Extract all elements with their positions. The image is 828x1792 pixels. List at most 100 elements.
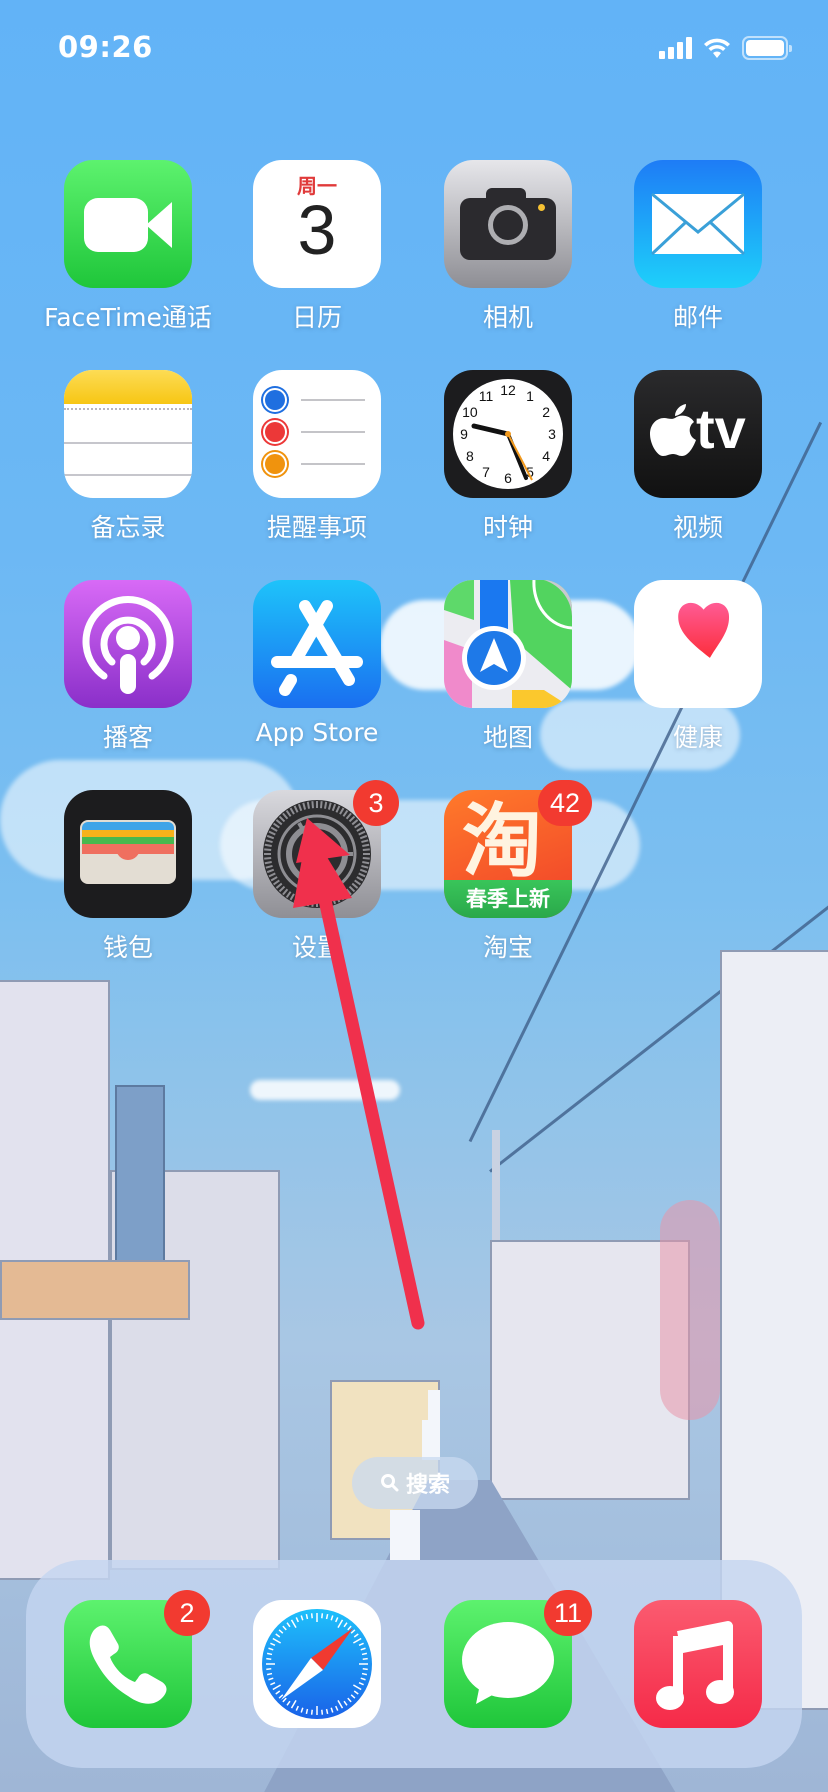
gear-tooth [362, 857, 370, 860]
gear-tooth [306, 899, 310, 907]
compass-tick [310, 1709, 313, 1715]
health-heart-icon [634, 580, 762, 708]
app-store[interactable]: App Store [222, 580, 412, 770]
apple-logo-icon [650, 404, 696, 456]
gear-tooth [320, 801, 323, 809]
calendar-day: 3 [297, 191, 337, 269]
hotel-sign [115, 1085, 165, 1285]
tv-text: tv [696, 397, 746, 460]
app-label: 设置 [291, 933, 342, 962]
gear-tooth [362, 861, 370, 865]
road-stripe [422, 1420, 440, 1460]
gear-tooth [324, 801, 328, 809]
compass-tick [266, 1652, 273, 1656]
app-label: App Store [255, 718, 379, 747]
compass-tick [310, 1613, 313, 1619]
clock-number: 10 [462, 404, 478, 420]
gear-tooth [362, 848, 370, 851]
app-mail[interactable]: 邮件 [603, 160, 793, 350]
gear-tooth [264, 861, 272, 865]
awning [0, 1260, 190, 1320]
app-label: 日历 [291, 303, 342, 332]
app-podcasts[interactable]: 播客 [33, 580, 223, 770]
app-tv[interactable]: tv 视频 [603, 370, 793, 560]
dock-app-safari[interactable] [222, 1600, 412, 1750]
reminders-icon [253, 370, 381, 498]
app-label: 时钟 [482, 513, 533, 542]
status-icons [659, 36, 792, 60]
app-reminders[interactable]: 提醒事项 [222, 370, 412, 560]
dock-app-messages[interactable]: 11 [413, 1590, 603, 1750]
gear-tooth [264, 857, 272, 860]
app-store-icon [253, 580, 381, 708]
music-note-icon [634, 1600, 762, 1728]
compass-tick [325, 1708, 329, 1715]
app-label: 备忘录 [90, 513, 166, 542]
compass-tick [362, 1668, 368, 1671]
dock-app-phone[interactable]: 2 [33, 1590, 223, 1750]
gear-tooth [324, 899, 328, 907]
gear-tooth [320, 899, 323, 907]
app-label: 提醒事项 [266, 513, 367, 542]
notification-badge: 42 [538, 780, 592, 826]
app-label: 视频 [672, 513, 723, 542]
mail-envelope-icon [634, 160, 762, 288]
clock-number: 6 [504, 470, 512, 486]
app-label: 淘宝 [482, 933, 533, 962]
compass-tick [362, 1657, 368, 1660]
app-label: 地图 [482, 723, 533, 752]
clock-number: 2 [542, 404, 550, 420]
app-label: 相机 [482, 303, 533, 332]
compass-tick [325, 1613, 329, 1620]
road-stripe [390, 1510, 420, 1560]
taobao-char: 淘 [462, 795, 542, 888]
battery-icon [742, 36, 792, 60]
notes-icon [64, 370, 192, 498]
road-stripe [428, 1390, 440, 1420]
compass-tick [266, 1668, 272, 1671]
app-camera[interactable]: 相机 [413, 160, 603, 350]
clock-number: 7 [482, 464, 490, 480]
gear-tooth [264, 843, 272, 847]
app-health[interactable]: 健康 [603, 580, 793, 770]
app-label: 健康 [672, 723, 723, 752]
safari-compass-icon [253, 1600, 381, 1728]
gear-tooth [311, 899, 314, 907]
clock-number: 3 [548, 426, 556, 442]
compass-tick [321, 1709, 324, 1715]
cloud [250, 1080, 400, 1100]
clock-number: 8 [466, 448, 474, 464]
gear-tooth [306, 801, 310, 809]
dock: 2 11 [26, 1560, 802, 1768]
apple-tv-icon: tv [634, 370, 762, 498]
app-calendar[interactable]: 周一 3 日历 [222, 160, 412, 350]
app-wallet[interactable]: 钱包 [33, 790, 223, 980]
taobao-banner: 春季上新 [466, 887, 550, 911]
app-settings[interactable]: 3 设置 [222, 780, 412, 980]
gear-tooth [264, 848, 272, 851]
app-label: 钱包 [102, 933, 153, 962]
status-time: 09:26 [58, 30, 153, 64]
facetime-video-icon [64, 160, 192, 288]
compass-tick [361, 1672, 368, 1676]
app-facetime[interactable]: FaceTime通话 [33, 160, 223, 350]
gear-tooth [362, 843, 370, 847]
search-button[interactable]: 搜索 [352, 1457, 478, 1509]
app-notes[interactable]: 备忘录 [33, 370, 223, 560]
wifi-icon [704, 38, 730, 58]
compass-tick [305, 1613, 309, 1620]
app-taobao[interactable]: 淘 春季上新 42 淘宝 [413, 780, 603, 980]
compass-tick [266, 1672, 273, 1676]
app-clock[interactable]: 12 1 2 3 4 5 6 7 8 9 10 11 时钟 [413, 370, 603, 560]
notification-badge: 2 [164, 1590, 210, 1636]
tree [660, 1200, 720, 1420]
clock-icon: 12 1 2 3 4 5 6 7 8 9 10 11 [444, 370, 572, 498]
status-bar: 09:26 [0, 0, 828, 100]
app-label: FaceTime通话 [44, 303, 212, 332]
dock-app-music[interactable] [603, 1600, 793, 1750]
compass-tick [361, 1652, 368, 1656]
clock-number: 9 [460, 426, 468, 442]
app-maps[interactable]: 地图 [413, 580, 603, 770]
notification-badge: 3 [353, 780, 399, 826]
notification-badge: 11 [544, 1590, 593, 1636]
